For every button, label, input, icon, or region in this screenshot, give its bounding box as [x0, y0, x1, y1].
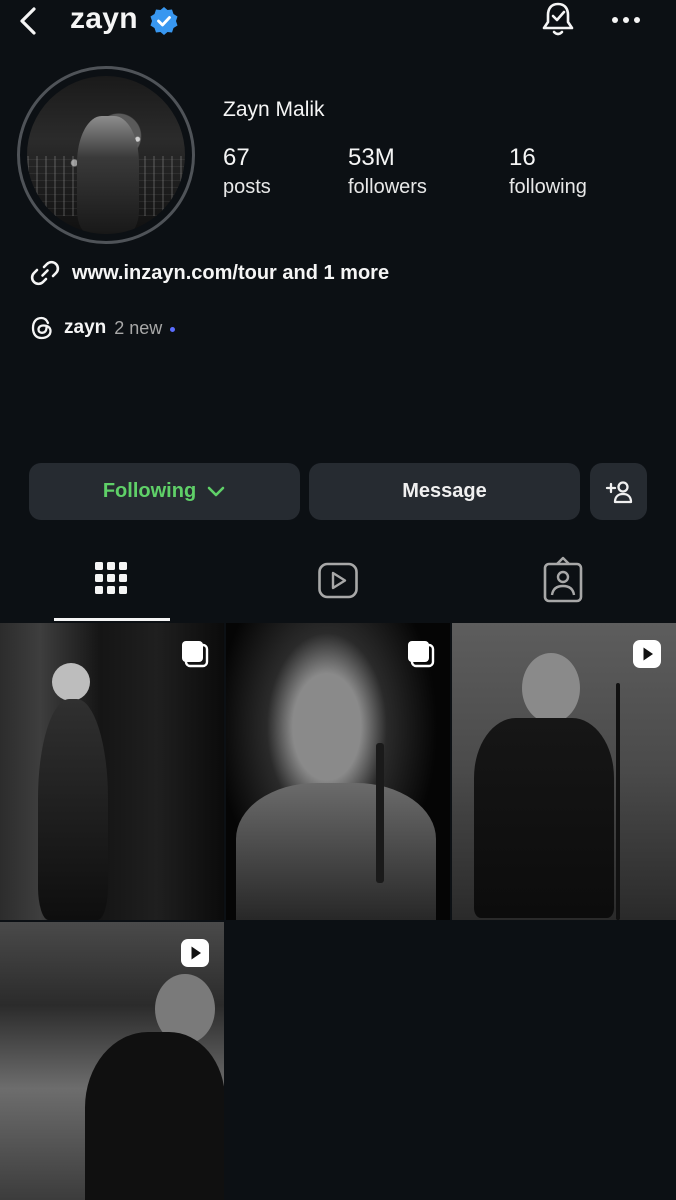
grid-icon	[92, 556, 132, 604]
active-tab-indicator	[54, 618, 170, 621]
add-user-icon	[604, 479, 634, 505]
suggested-users-button[interactable]	[590, 463, 647, 520]
link-icon	[30, 258, 60, 288]
grid-post-3[interactable]	[452, 623, 676, 920]
following-button-label: Following	[102, 480, 197, 502]
reel-play-icon	[632, 639, 662, 669]
chevron-down-icon	[206, 485, 226, 499]
following-button[interactable]: Following	[29, 463, 300, 520]
profile-username: zayn	[70, 2, 138, 35]
notification-bell-icon[interactable]	[538, 0, 578, 40]
stat-followers[interactable]: 53M followers	[348, 144, 427, 202]
grid-post-1[interactable]	[0, 623, 224, 920]
stat-posts-label: posts	[223, 176, 271, 198]
bio-link[interactable]: www.inzayn.com/tour and 1 more	[30, 258, 389, 288]
stat-followers-label: followers	[348, 176, 427, 198]
tagged-icon	[543, 556, 583, 604]
stat-following[interactable]: 16 following	[509, 144, 587, 202]
tab-tagged[interactable]	[543, 556, 583, 604]
stat-following-value: 16	[509, 144, 536, 171]
threads-new-count: 2 new	[114, 317, 163, 338]
grid-post-4[interactable]	[0, 922, 224, 1200]
stat-posts-value: 67	[223, 144, 250, 171]
profile-full-name: Zayn Malik	[223, 98, 325, 121]
threads-unread-dot	[170, 326, 176, 332]
reels-icon	[318, 556, 358, 604]
stat-followers-value: 53M	[348, 144, 395, 171]
reel-play-icon	[180, 938, 210, 968]
carousel-icon	[180, 639, 210, 669]
bio-link-text: www.inzayn.com/tour and 1 more	[72, 261, 390, 284]
stat-posts[interactable]: 67 posts	[223, 144, 271, 202]
threads-badge[interactable]: zayn 2 new	[30, 315, 176, 341]
tab-reels[interactable]	[318, 556, 358, 604]
carousel-icon	[406, 639, 436, 669]
tab-posts-grid[interactable]	[92, 556, 132, 604]
more-options-icon[interactable]	[608, 8, 644, 32]
message-button[interactable]: Message	[309, 463, 580, 520]
back-arrow-icon[interactable]	[12, 4, 46, 38]
threads-username: zayn	[64, 317, 107, 338]
verified-badge-icon	[149, 6, 179, 36]
message-button-label: Message	[402, 480, 487, 502]
avatar[interactable]	[27, 76, 185, 234]
threads-logo-icon	[30, 315, 54, 341]
grid-post-2[interactable]	[226, 623, 450, 920]
stat-following-label: following	[509, 176, 587, 198]
